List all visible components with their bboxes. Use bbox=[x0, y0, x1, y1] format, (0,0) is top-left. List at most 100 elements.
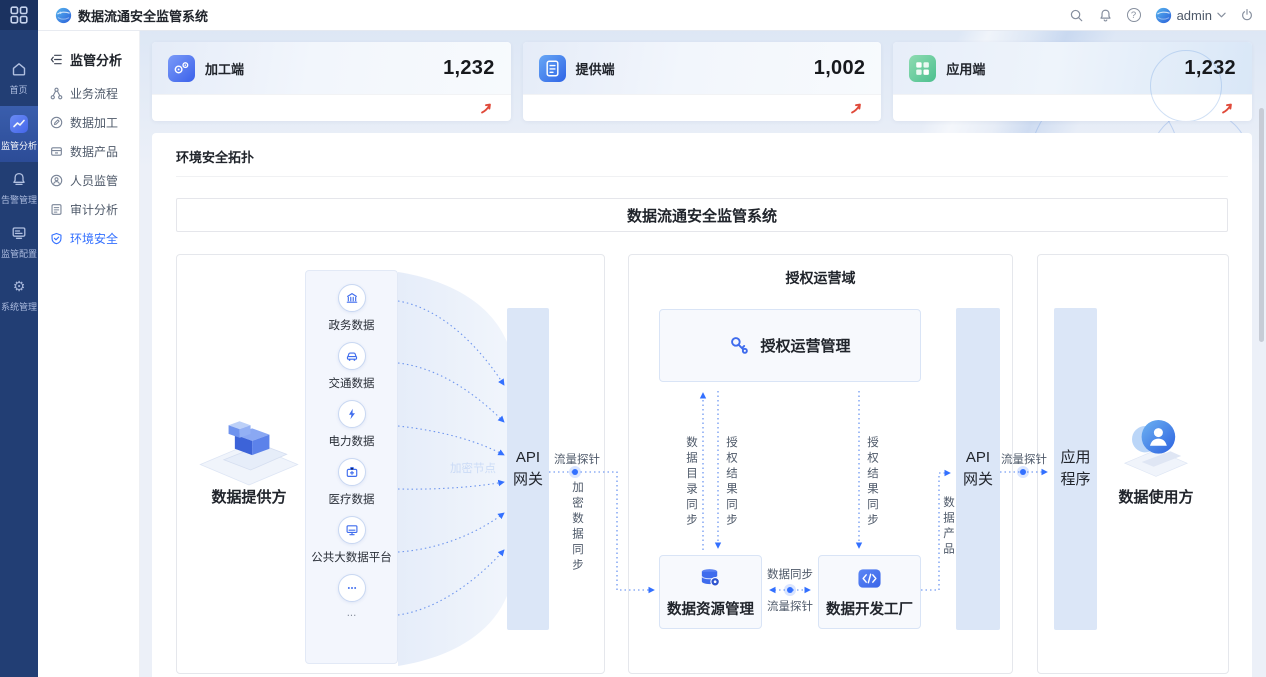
search-icon[interactable] bbox=[1069, 8, 1084, 23]
stat-card-row: 加工端 1,232 提供端 1,002 bbox=[152, 42, 1252, 121]
processing-icon bbox=[168, 55, 195, 82]
traffic-data-icon bbox=[338, 342, 366, 370]
sidebar-item-env-security[interactable]: 环境安全 bbox=[38, 224, 139, 253]
gear-icon: ⚙ bbox=[13, 279, 26, 294]
notification-bell-icon[interactable] bbox=[1098, 8, 1113, 23]
divider bbox=[176, 176, 1228, 177]
sidebar-item-data-products[interactable]: 数据产品 bbox=[38, 137, 139, 166]
topology-diagram: 授权运营域 数据提供方 政务数据 bbox=[176, 254, 1229, 674]
alarm-icon bbox=[11, 171, 27, 187]
data-source-list: 政务数据 交通数据 电力数据 医疗数据 bbox=[305, 270, 398, 664]
main-content: 加工端 1,232 提供端 1,002 bbox=[140, 30, 1266, 677]
nav-item-home[interactable]: 首页 bbox=[0, 52, 38, 106]
source-traffic: 交通数据 bbox=[329, 342, 375, 391]
trend-up-red-icon bbox=[1221, 102, 1234, 115]
person-circle-icon bbox=[50, 174, 63, 187]
primary-sidebar: 首页 监管分析 告警管理 监管配置 ⚙ 系统管理 bbox=[0, 0, 38, 677]
stat-value: 1,232 bbox=[1184, 57, 1236, 80]
home-icon bbox=[11, 61, 27, 77]
source-power: 电力数据 bbox=[329, 400, 375, 449]
stat-label: 加工端 bbox=[205, 59, 244, 78]
provider-illustration bbox=[194, 404, 304, 492]
username: admin bbox=[1177, 8, 1212, 23]
app-logo bbox=[55, 7, 72, 24]
api-gateway-bar-right: API 网关 bbox=[956, 308, 1000, 630]
flow-icon bbox=[50, 87, 63, 100]
topology-panel: 环境安全拓扑 数据流通安全监管系统 授权运营域 数据提供方 bbox=[152, 133, 1252, 677]
api-gateway-bar-left: API 网关 bbox=[507, 308, 549, 630]
trend-up-red-icon bbox=[850, 102, 863, 115]
encrypt-node-label: 加密节点 bbox=[438, 460, 508, 476]
app-grid-icon[interactable] bbox=[0, 0, 38, 30]
code-icon bbox=[857, 566, 882, 591]
medical-data-icon bbox=[338, 458, 366, 486]
stat-value: 1,002 bbox=[814, 57, 866, 80]
nav-item-alerts[interactable]: 告警管理 bbox=[0, 162, 38, 216]
system-title-box: 数据流通安全监管系统 bbox=[176, 198, 1228, 232]
government-data-icon bbox=[338, 284, 366, 312]
panel-title: 环境安全拓扑 bbox=[176, 143, 1228, 176]
stat-card-application: 应用端 1,232 bbox=[893, 42, 1252, 121]
primary-nav: 首页 监管分析 告警管理 监管配置 ⚙ 系统管理 bbox=[0, 30, 38, 323]
collapse-menu-icon bbox=[50, 53, 63, 66]
stat-label: 提供端 bbox=[576, 59, 615, 78]
audit-doc-icon bbox=[50, 203, 63, 216]
source-medical: 医疗数据 bbox=[329, 458, 375, 507]
app-title: 数据流通安全监管系统 bbox=[78, 6, 208, 25]
source-more: ... bbox=[338, 574, 366, 619]
auth-operation-mgmt-node[interactable]: 授权运营管理 bbox=[659, 309, 921, 382]
auth-result-sync-label-1: 授权结果同步 bbox=[724, 436, 737, 529]
consumer-zone-label: 数据使用方 bbox=[1056, 486, 1256, 507]
provider-zone-label: 数据提供方 bbox=[176, 486, 322, 507]
user-menu[interactable]: admin bbox=[1155, 7, 1226, 24]
data-resource-mgmt-node[interactable]: 数据资源管理 bbox=[659, 555, 762, 629]
help-icon[interactable] bbox=[1127, 8, 1141, 22]
catalog-sync-label: 数据目录同步 bbox=[684, 436, 697, 529]
probe-label-right: 流量探针 bbox=[996, 451, 1052, 467]
platform-data-icon bbox=[338, 516, 366, 544]
data-sync-label: 数据同步 bbox=[762, 566, 818, 582]
nav-item-analysis[interactable]: 监管分析 bbox=[0, 106, 38, 162]
chevron-down-icon bbox=[1217, 12, 1226, 18]
box-icon bbox=[50, 145, 63, 158]
stat-label: 应用端 bbox=[946, 59, 985, 78]
nav-item-config[interactable]: 监管配置 bbox=[0, 216, 38, 270]
auth-result-sync-label-2: 授权结果同步 bbox=[865, 436, 878, 529]
shield-check-icon bbox=[50, 232, 63, 245]
consumer-illustration bbox=[1108, 406, 1204, 488]
stat-card-processing: 加工端 1,232 bbox=[152, 42, 511, 121]
application-icon bbox=[909, 55, 936, 82]
key-gear-icon bbox=[729, 335, 750, 356]
app-title-block: 数据流通安全监管系统 bbox=[55, 6, 208, 25]
application-bar: 应用程序 bbox=[1054, 308, 1097, 630]
provider-icon bbox=[539, 55, 566, 82]
top-header: 数据流通安全监管系统 admin bbox=[38, 0, 1266, 30]
source-gov: 政务数据 bbox=[329, 284, 375, 333]
avatar bbox=[1155, 7, 1172, 24]
data-dev-factory-node[interactable]: 数据开发工厂 bbox=[818, 555, 921, 629]
trend-chart-icon bbox=[10, 115, 28, 133]
nav-item-system[interactable]: ⚙ 系统管理 bbox=[0, 270, 38, 323]
sidebar-item-business-flow[interactable]: 业务流程 bbox=[38, 79, 139, 108]
secondary-nav-header[interactable]: 监管分析 bbox=[38, 44, 139, 79]
sidebar-item-data-processing[interactable]: 数据加工 bbox=[38, 108, 139, 137]
stat-value: 1,232 bbox=[443, 57, 495, 80]
encrypted-sync-label: 加密数据同步 bbox=[570, 481, 583, 574]
probe-label-left: 流量探针 bbox=[550, 451, 604, 467]
probe-label-mid: 流量探针 bbox=[762, 598, 818, 614]
source-bigdata: 公共大数据平台 bbox=[311, 516, 392, 565]
sidebar-item-audit[interactable]: 审计分析 bbox=[38, 195, 139, 224]
ellipsis-icon bbox=[338, 574, 366, 602]
power-icon[interactable] bbox=[1240, 8, 1254, 22]
stat-card-provider: 提供端 1,002 bbox=[523, 42, 882, 121]
edit-circle-icon bbox=[50, 116, 63, 129]
data-product-label: 数据产品 bbox=[941, 496, 954, 558]
sidebar-item-personnel[interactable]: 人员监管 bbox=[38, 166, 139, 195]
power-data-icon bbox=[338, 400, 366, 428]
server-icon bbox=[11, 225, 27, 241]
vertical-scrollbar[interactable] bbox=[1259, 108, 1264, 342]
trend-up-red-icon bbox=[480, 102, 493, 115]
database-icon bbox=[698, 566, 723, 591]
header-actions: admin bbox=[1069, 7, 1266, 24]
operation-domain-title: 授权运营域 bbox=[628, 268, 1013, 288]
